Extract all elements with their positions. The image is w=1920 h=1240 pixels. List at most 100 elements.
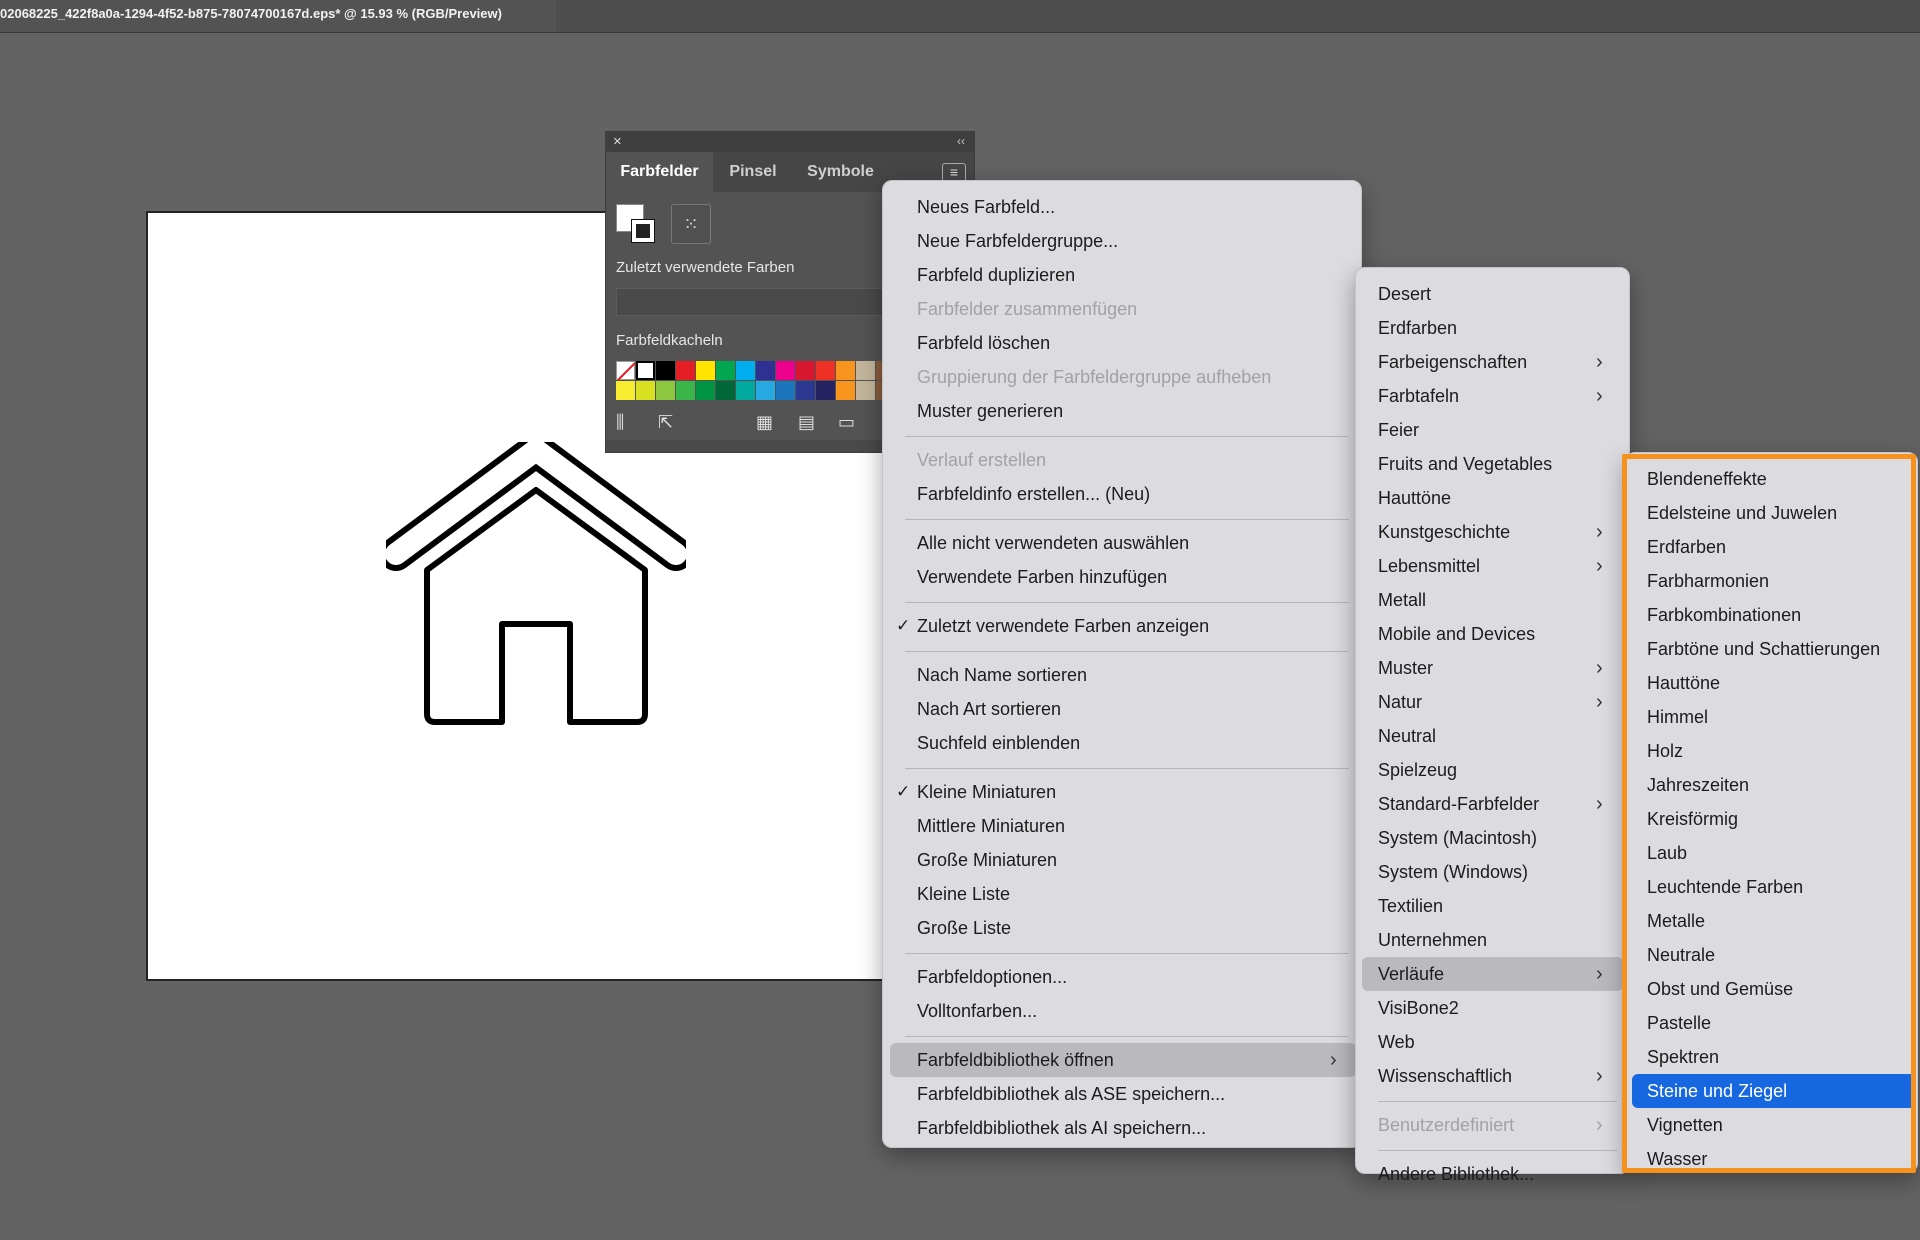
swatch-tile[interactable] [656,381,675,400]
swatch-tile[interactable] [676,381,695,400]
document-tab[interactable]: 02068225_422f8a0a-1294-4f52-b875-7807470… [0,0,556,32]
gradient-item[interactable]: Jahreszeiten [1626,768,1919,802]
library-item[interactable]: Feier [1356,413,1631,447]
library-item[interactable]: Mobile and Devices [1356,617,1631,651]
swatch-tile[interactable] [756,381,775,400]
gradient-item[interactable]: Farbkombinationen [1626,598,1919,632]
swatch-tile[interactable] [776,361,795,380]
library-item[interactable]: System (Macintosh) [1356,821,1631,855]
library-item[interactable]: Lebensmittel › [1356,549,1631,583]
menu-item[interactable]: Farbfeldoptionen... [883,960,1363,994]
menu-item[interactable]: Alle nicht verwendeten auswählen [883,526,1363,560]
library-item[interactable]: Spielzeug [1356,753,1631,787]
place-icon[interactable]: ⇱ [658,412,673,433]
menu-item[interactable]: Große Miniaturen [883,843,1363,877]
swatch-tile[interactable] [836,361,855,380]
gradient-item[interactable]: Leuchtende Farben [1626,870,1919,904]
menu-item[interactable]: Farbfeldbibliothek öffnen › [890,1043,1356,1077]
swatch-tile[interactable] [636,381,655,400]
gradient-item[interactable]: Pastelle [1626,1006,1919,1040]
gradient-item[interactable]: Obst und Gemüse [1626,972,1919,1006]
library-item[interactable]: Hauttöne [1356,481,1631,515]
swatch-tile[interactable] [856,381,875,400]
swatch-tile[interactable] [736,361,755,380]
gradient-item[interactable]: Himmel [1626,700,1919,734]
menu-item[interactable]: Verwendete Farben hinzufügen [883,560,1363,594]
library-item[interactable]: Fruits and Vegetables [1356,447,1631,481]
tab-symbole[interactable]: Symbole [793,152,888,192]
swatch-tile[interactable] [716,361,735,380]
folder-icon[interactable]: ▭ [838,412,855,433]
gradient-item[interactable]: Erdfarben [1626,530,1919,564]
swatch-tile[interactable] [776,381,795,400]
menu-item[interactable]: Farbfeldbibliothek als AI speichern... [883,1111,1363,1145]
gradient-item[interactable]: Neutrale [1626,938,1919,972]
menu-item[interactable]: Suchfeld einblenden [883,726,1363,760]
gradient-item[interactable]: Blendeneffekte [1626,462,1919,496]
library-item[interactable]: System (Windows) [1356,855,1631,889]
menu-item[interactable]: Neues Farbfeld... [883,190,1363,224]
library-item[interactable]: VisiBone2 [1356,991,1631,1025]
swatch-options-icon[interactable]: ▤ [798,412,815,433]
menu-item[interactable]: Mittlere Miniaturen [883,809,1363,843]
menu-item[interactable]: Farbfeld löschen [883,326,1363,360]
swatch-tile[interactable] [696,381,715,400]
gradient-item[interactable]: Kreisförmig [1626,802,1919,836]
gradient-item[interactable]: Vignetten [1626,1108,1919,1142]
menu-item[interactable]: Nach Art sortieren [883,692,1363,726]
swatch-tile[interactable] [836,381,855,400]
library-item[interactable]: Verläufe › [1362,957,1623,991]
menu-item[interactable]: ✓ Zuletzt verwendete Farben anzeigen [883,609,1363,643]
swatch-tile[interactable] [716,381,735,400]
gradient-item[interactable]: Spektren [1626,1040,1919,1074]
library-item[interactable]: Farbeigenschaften › [1356,345,1631,379]
library-item[interactable]: Wissenschaftlich › [1356,1059,1631,1093]
swatch-grid-icon[interactable]: ⁙ [671,204,711,244]
swatch-tile[interactable] [816,361,835,380]
library-item[interactable]: Muster › [1356,651,1631,685]
gradient-item[interactable]: Laub [1626,836,1919,870]
menu-item[interactable]: Kleine Liste [883,877,1363,911]
library-item[interactable]: Kunstgeschichte › [1356,515,1631,549]
menu-item[interactable]: Neue Farbfeldergruppe... [883,224,1363,258]
gradient-item[interactable]: Wasser [1626,1142,1919,1176]
menu-item[interactable]: Volltonfarben... [883,994,1363,1028]
library-icon[interactable]: ⫼ [616,412,624,433]
menu-item[interactable]: Nach Name sortieren [883,658,1363,692]
tab-pinsel[interactable]: Pinsel [713,152,793,192]
gradient-item[interactable]: Holz [1626,734,1919,768]
library-item[interactable]: Web [1356,1025,1631,1059]
library-item[interactable]: Farbtafeln › [1356,379,1631,413]
swatch-tile[interactable] [756,361,775,380]
gradient-item[interactable]: Steine und Ziegel [1632,1074,1916,1108]
menu-item[interactable]: Farbfeld duplizieren [883,258,1363,292]
swatch-tile[interactable] [616,381,635,400]
close-icon[interactable]: × [613,132,622,152]
show-kinds-icon[interactable]: ▦ [756,412,773,433]
swatch-tile[interactable] [856,361,875,380]
swatch-tile[interactable] [616,361,636,381]
menu-item[interactable]: ✓ Kleine Miniaturen [883,775,1363,809]
swatch-tile[interactable] [636,361,655,380]
library-item[interactable]: Desert [1356,277,1631,311]
gradient-item[interactable]: Metalle [1626,904,1919,938]
swatch-tile[interactable] [796,361,815,380]
gradient-item[interactable]: Edelsteine und Juwelen [1626,496,1919,530]
library-item[interactable]: Neutral [1356,719,1631,753]
library-item[interactable]: Metall [1356,583,1631,617]
menu-item[interactable]: Farbfeldinfo erstellen... (Neu) [883,477,1363,511]
swatch-tile[interactable] [816,381,835,400]
menu-item[interactable]: Muster generieren [883,394,1363,428]
swatch-tile[interactable] [656,361,675,380]
library-item[interactable]: Unternehmen [1356,923,1631,957]
gradient-item[interactable]: Farbharmonien [1626,564,1919,598]
collapse-icon[interactable]: ‹‹ [957,132,965,150]
swatch-tile[interactable] [796,381,815,400]
menu-item[interactable]: Farbfeldbibliothek als ASE speichern... [883,1077,1363,1111]
swatch-tile[interactable] [676,361,695,380]
library-item[interactable]: Andere Bibliothek... [1356,1157,1631,1191]
library-item[interactable]: Standard-Farbfelder › [1356,787,1631,821]
stroke-swatch[interactable] [631,219,655,243]
library-item[interactable]: Natur › [1356,685,1631,719]
gradient-item[interactable]: Farbtöne und Schattierungen [1626,632,1919,666]
